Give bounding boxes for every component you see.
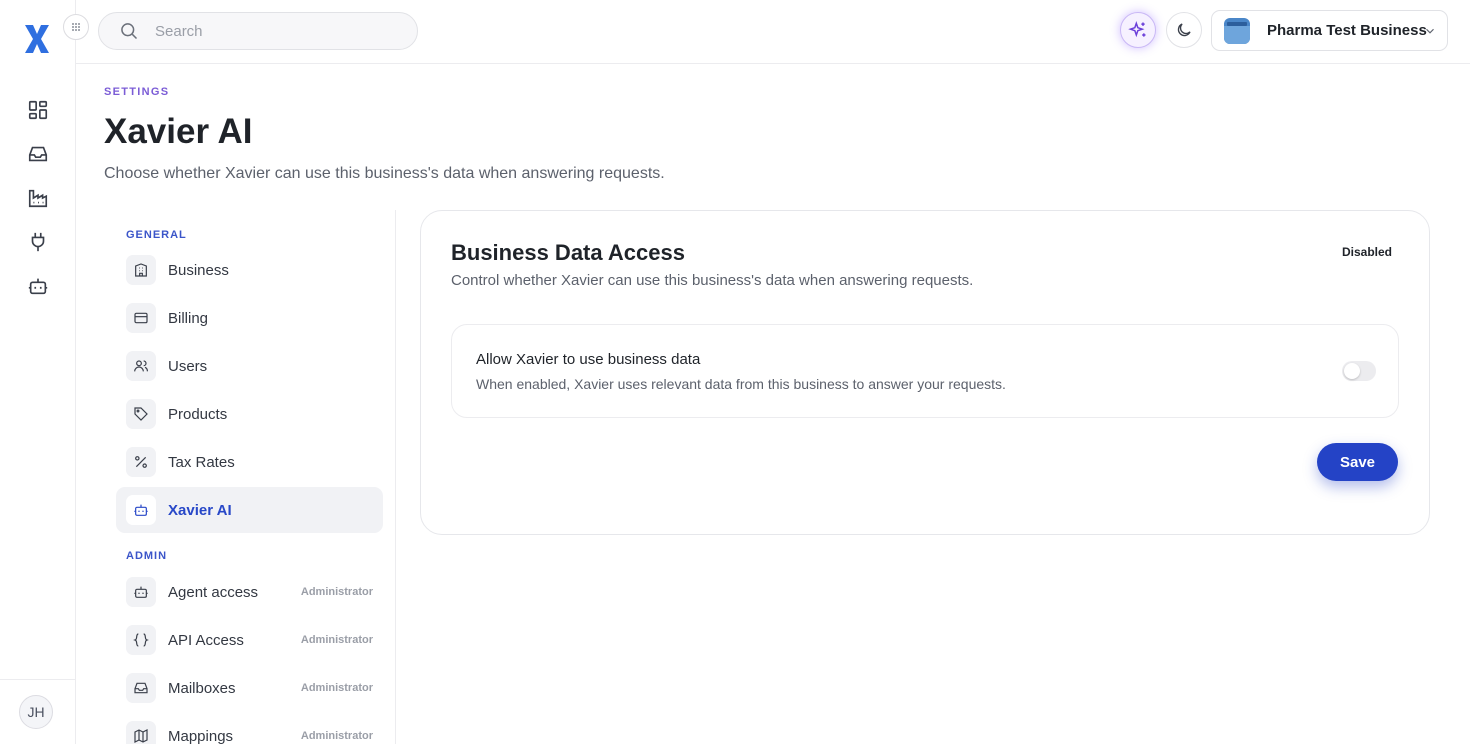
sparkles-icon [1128, 21, 1146, 38]
toggle-title: Allow Xavier to use business data [476, 351, 701, 368]
left-rail: JH [0, 0, 76, 744]
nav-item-tax-rates[interactable]: Tax Rates [116, 439, 383, 485]
factory-icon [28, 189, 48, 208]
business-data-access-card: Business Data Access Control whether Xav… [420, 210, 1430, 535]
rail-item-agents[interactable] [0, 264, 76, 308]
nav-label: API Access [168, 631, 244, 649]
grip-dots-icon [72, 23, 80, 31]
nav-section-general: GENERAL [126, 229, 187, 241]
percent-icon [135, 456, 147, 468]
x-logo-icon[interactable] [22, 22, 52, 56]
rail-item-dashboard[interactable] [0, 88, 76, 132]
search-icon [121, 23, 138, 40]
top-bar: Pharma Test Business [76, 0, 1470, 64]
nav-label: Mailboxes [168, 679, 236, 697]
braces-icon [133, 633, 149, 647]
nav-item-users[interactable]: Users [116, 343, 383, 389]
nav-item-api-access[interactable]: API Access Administrator [116, 617, 383, 663]
building-icon [135, 263, 147, 277]
moon-icon [1177, 23, 1191, 37]
card-subtitle: Control whether Xavier can use this busi… [451, 272, 974, 289]
users-icon [134, 360, 148, 372]
map-icon [134, 729, 148, 743]
allow-data-toggle-row: Allow Xavier to use business data When e… [451, 324, 1399, 418]
nav-item-billing[interactable]: Billing [116, 295, 383, 341]
toggle-description: When enabled, Xavier uses relevant data … [476, 376, 1006, 392]
business-logo [1224, 17, 1250, 44]
bot-icon [134, 586, 148, 598]
dashboard-icon [28, 100, 48, 120]
nav-item-products[interactable]: Products [116, 391, 383, 437]
nav-label: Tax Rates [168, 453, 235, 471]
status-badge: Disabled [1334, 242, 1399, 262]
nav-label: Billing [168, 309, 209, 327]
theme-toggle-button[interactable] [1166, 12, 1202, 48]
business-name: Pharma Test Business [1267, 22, 1427, 39]
nav-divider [395, 210, 396, 744]
nav-label: Products [168, 405, 228, 423]
allow-data-toggle[interactable] [1342, 361, 1376, 381]
plug-icon [31, 232, 45, 252]
avatar[interactable]: JH [19, 695, 53, 729]
rail-nav [0, 88, 76, 308]
rail-item-inbox[interactable] [0, 132, 76, 176]
nav-item-mappings[interactable]: Mappings Administrator [116, 713, 383, 744]
page-title: Xavier AI [104, 112, 253, 151]
chevron-down-icon [1426, 28, 1434, 34]
role-badge: Administrator [300, 586, 373, 598]
bot-icon [134, 504, 148, 516]
inbox-icon [28, 146, 48, 162]
inbox-icon [134, 682, 148, 694]
search-box[interactable] [98, 12, 418, 50]
toggle-knob [1344, 363, 1360, 379]
nav-label: Business [168, 261, 229, 279]
nav-item-mailboxes[interactable]: Mailboxes Administrator [116, 665, 383, 711]
credit-card-icon [134, 312, 148, 324]
role-badge: Administrator [300, 634, 373, 646]
nav-section-admin: ADMIN [126, 550, 168, 562]
nav-item-xavier-ai[interactable]: Xavier AI [116, 487, 383, 533]
rail-item-integrations[interactable] [0, 220, 76, 264]
nav-label: Agent access [168, 583, 259, 601]
nav-label: Xavier AI [168, 501, 232, 519]
rail-divider [0, 679, 76, 680]
nav-item-agent-access[interactable]: Agent access Administrator [116, 569, 383, 615]
card-title: Business Data Access [451, 240, 685, 265]
nav-label: Mappings [168, 727, 234, 744]
rail-item-factory[interactable] [0, 176, 76, 220]
save-button[interactable]: Save [1317, 443, 1398, 481]
rail-collapse-button[interactable] [63, 14, 89, 40]
search-input[interactable] [155, 22, 395, 40]
role-badge: Administrator [300, 730, 373, 742]
bot-icon [28, 278, 48, 295]
business-switcher[interactable]: Pharma Test Business [1211, 10, 1448, 51]
tag-icon [134, 407, 148, 421]
nav-item-business[interactable]: Business [116, 247, 383, 293]
ai-assistant-button[interactable] [1120, 12, 1156, 48]
nav-label: Users [168, 357, 208, 375]
breadcrumb: SETTINGS [104, 86, 170, 98]
page-subtitle: Choose whether Xavier can use this busin… [104, 165, 665, 182]
role-badge: Administrator [300, 682, 373, 694]
